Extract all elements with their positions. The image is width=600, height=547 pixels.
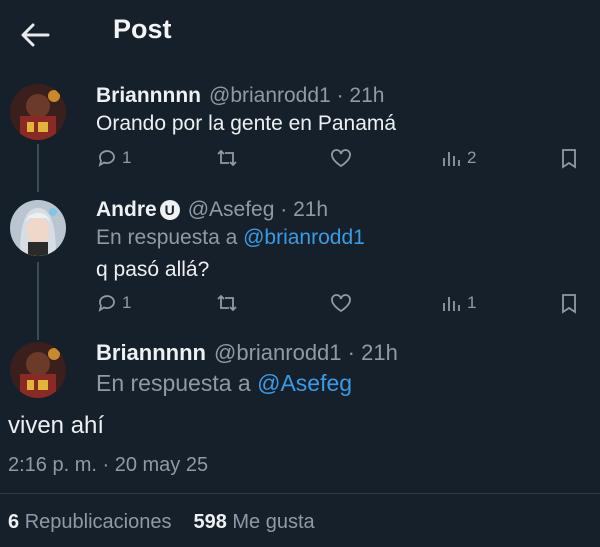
reply-button[interactable]: 1	[96, 147, 131, 169]
views-icon	[443, 152, 460, 166]
reply-icon	[98, 295, 115, 312]
page-title: Post	[113, 14, 172, 44]
post-header: Briannnnn @brianrodd1 · 21h	[96, 340, 398, 366]
bookmark-button[interactable]	[559, 292, 579, 314]
post-text: q pasó allá?	[96, 258, 210, 281]
like-button[interactable]	[329, 147, 353, 169]
reply-count: 1	[122, 293, 132, 312]
thread-line	[37, 144, 39, 192]
post-header: Briannnnn @brianrodd1 · 21h	[96, 84, 384, 108]
reply-count: 1	[122, 148, 132, 167]
post-header: Andre U @Asefeg · 21h	[96, 198, 328, 222]
reply-context: En respuesta a @Asefeg	[96, 370, 353, 396]
repost-button[interactable]	[215, 147, 239, 169]
views-count: 2	[467, 148, 477, 167]
top-bar: Post	[0, 0, 600, 70]
likes-stat[interactable]: 598 Me gusta	[193, 511, 314, 534]
bookmark-icon	[562, 149, 576, 169]
reposts-stat[interactable]: 6 Republicaciones	[8, 511, 171, 534]
author-handle: @brianrodd1 · 21h	[214, 340, 398, 365]
avatar[interactable]	[10, 84, 66, 140]
views-button[interactable]: 1	[441, 292, 476, 314]
avatar[interactable]	[10, 342, 66, 398]
views-button[interactable]: 2	[441, 147, 476, 169]
bookmark-button[interactable]	[559, 147, 579, 169]
views-count: 1	[467, 293, 477, 312]
author-name[interactable]: Briannnnn	[96, 340, 206, 366]
mention-link[interactable]: @brianrodd1	[243, 226, 365, 249]
post-text: Orando por la gente en Panamá	[96, 112, 397, 135]
reply-icon	[98, 150, 115, 167]
arrow-left-icon[interactable]	[18, 18, 52, 52]
engagement-stats: 6 Republicaciones 598 Me gusta	[8, 511, 315, 534]
author-handle: @brianrodd1 · 21h	[209, 84, 385, 107]
repost-icon	[217, 149, 237, 167]
reply-context: En respuesta a @brianrodd1	[96, 226, 365, 249]
author-name[interactable]: Andre	[96, 198, 157, 222]
author-handle: @Asefeg · 21h	[187, 198, 329, 221]
views-icon	[443, 297, 460, 311]
bookmark-icon	[562, 294, 576, 314]
post-text: viven ahí	[8, 412, 105, 439]
repost-icon	[217, 294, 237, 312]
reply-button[interactable]: 1	[96, 292, 131, 314]
post-timestamp[interactable]: 2:16 p. m. · 20 may 25	[8, 454, 208, 477]
avatar[interactable]	[10, 200, 66, 256]
divider	[0, 493, 600, 494]
author-name[interactable]: Briannnnn	[96, 84, 201, 108]
verified-badge: U	[159, 200, 180, 220]
heart-icon	[331, 149, 351, 168]
mention-link[interactable]: @Asefeg	[257, 370, 352, 396]
repost-button[interactable]	[215, 292, 239, 314]
thread-line	[37, 262, 39, 340]
like-button[interactable]	[329, 292, 353, 314]
heart-icon	[331, 294, 351, 313]
